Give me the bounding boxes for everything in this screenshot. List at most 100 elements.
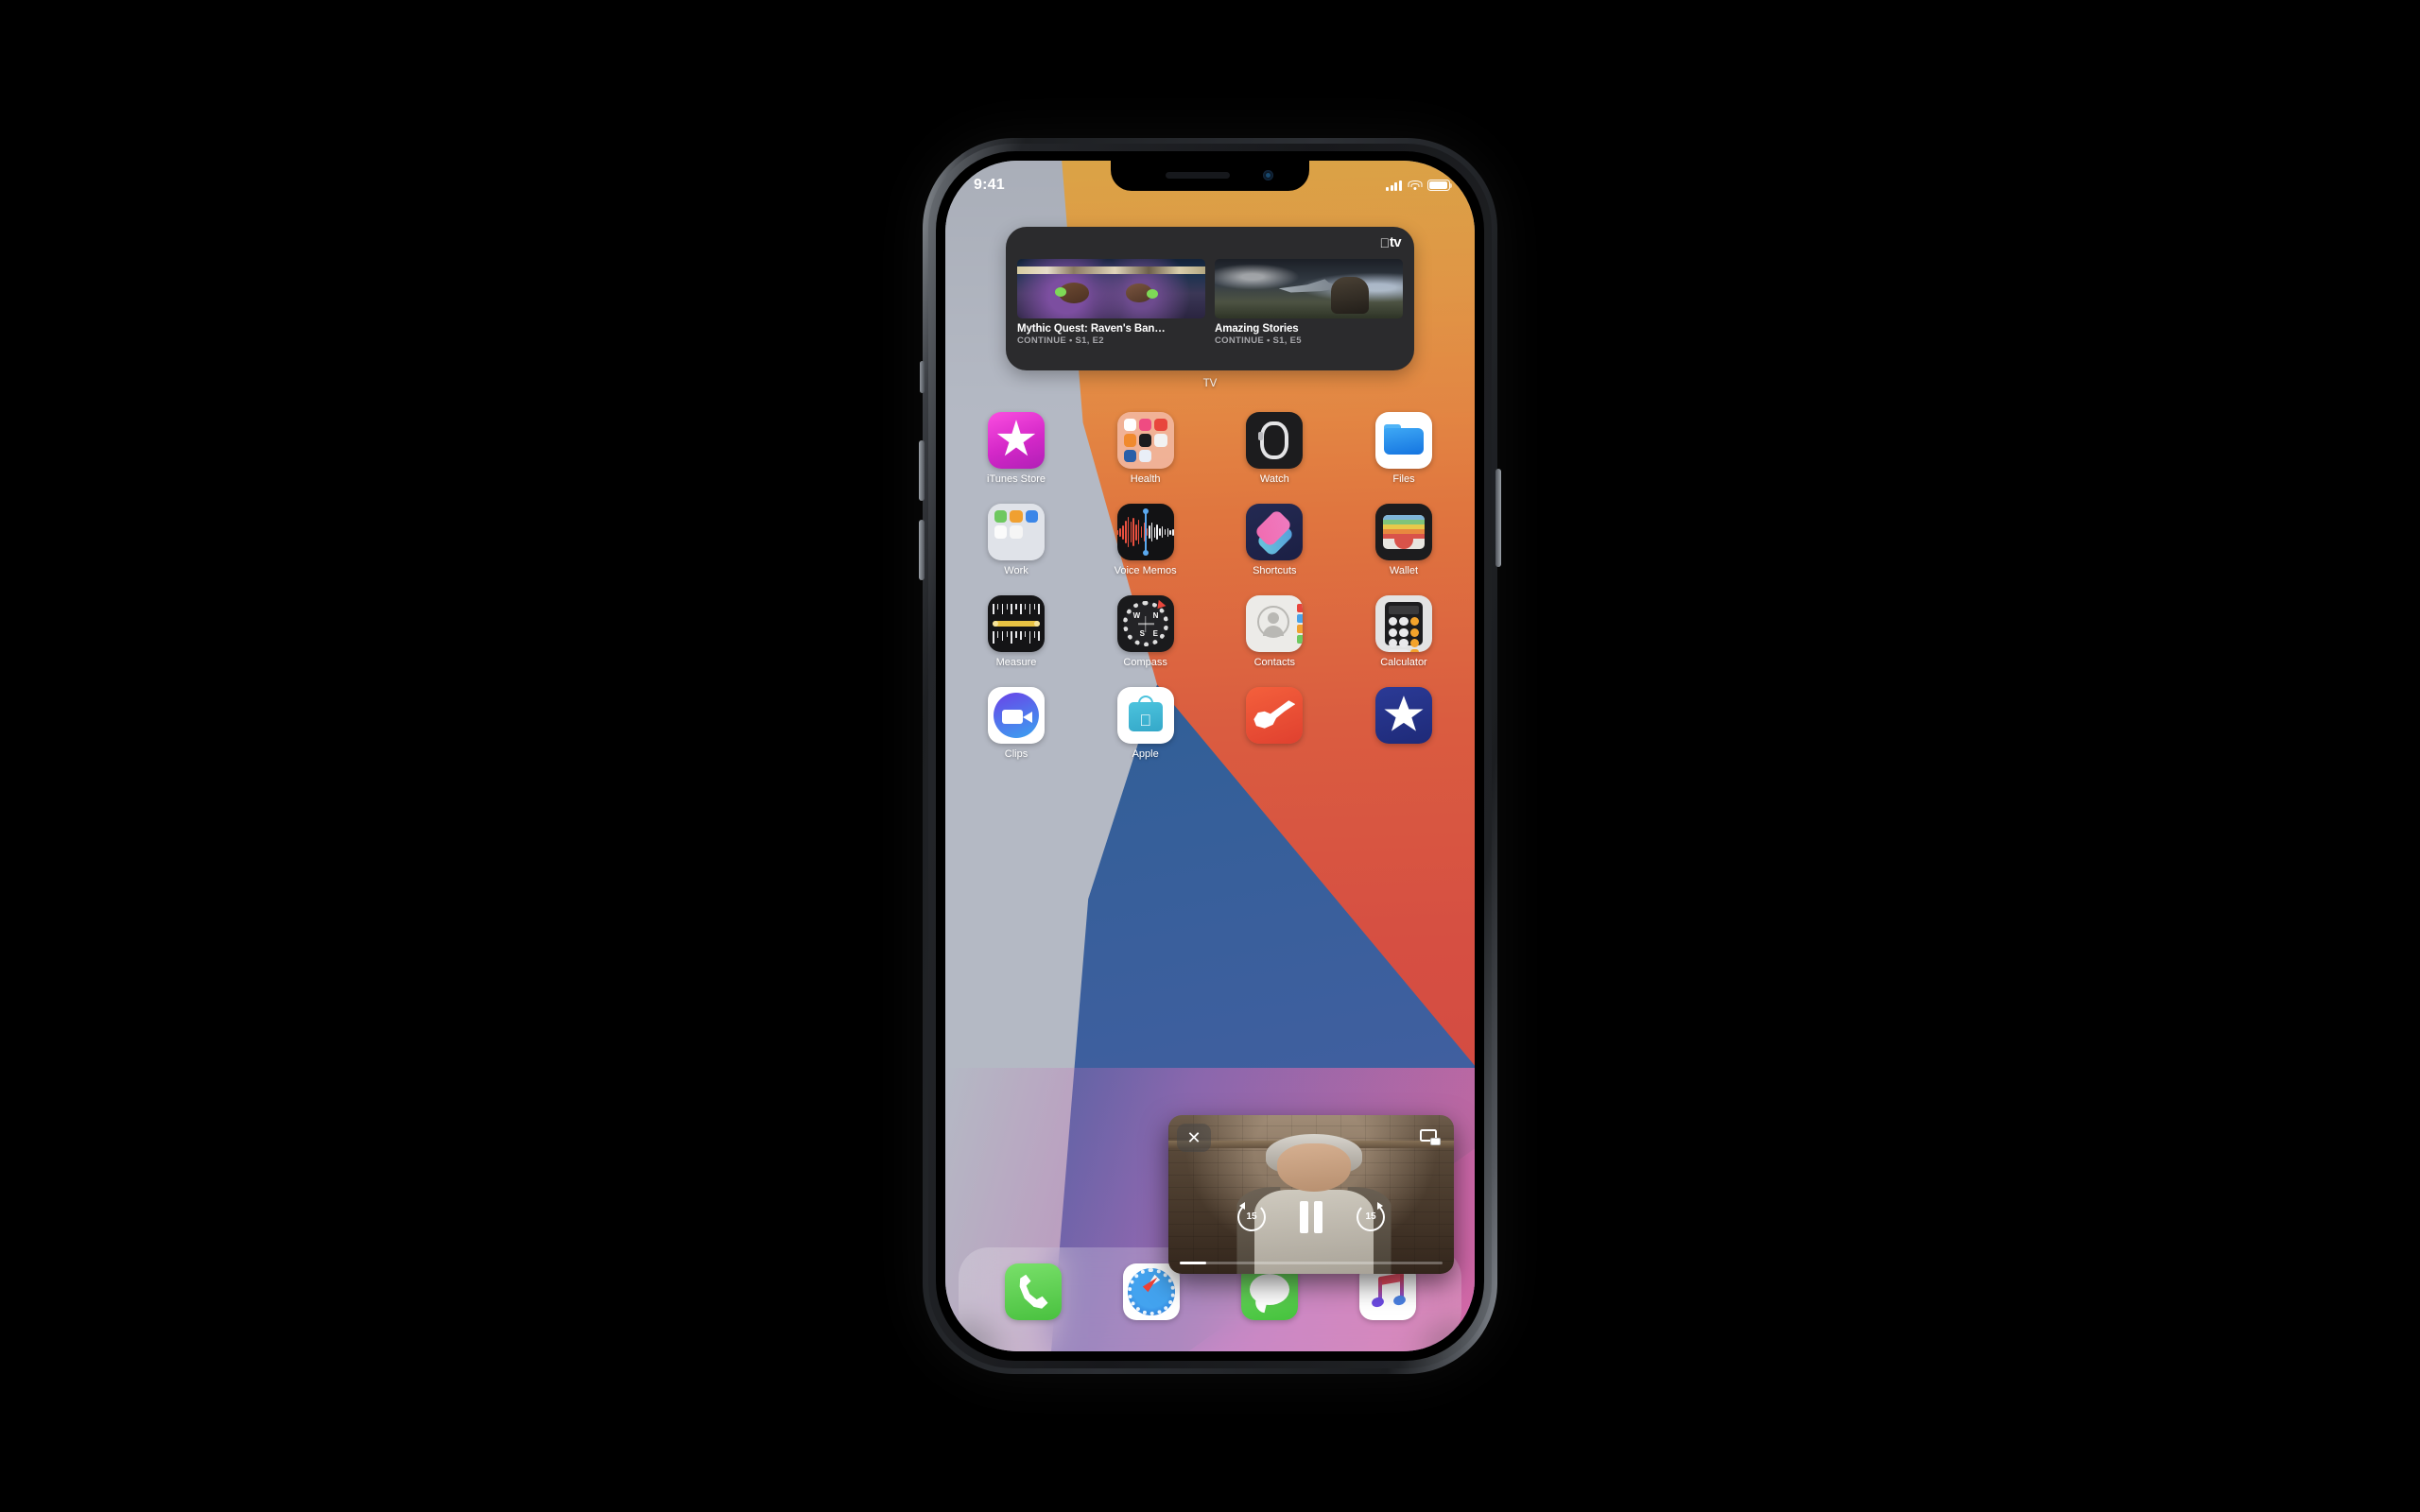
show-thumbnail-amazing-stories[interactable] [1215, 259, 1403, 318]
app-contacts[interactable]: Contacts [1228, 595, 1321, 668]
app-label: Work [1004, 565, 1028, 577]
wallet-icon[interactable] [1374, 504, 1432, 561]
app-label: Calculator [1380, 657, 1427, 669]
apple-support-star-icon[interactable] [1374, 687, 1432, 745]
app-label: Wallet [1389, 565, 1419, 577]
app-label: Shortcuts [1253, 565, 1297, 577]
app-label: Apple [1132, 748, 1159, 761]
mute-switch[interactable] [920, 361, 925, 393]
folder-glyph [1383, 428, 1424, 455]
thumbnail-art [1331, 276, 1370, 314]
app-shortcuts[interactable]: Shortcuts [1228, 504, 1321, 576]
clips-icon[interactable] [988, 687, 1045, 745]
mini-app-icon [994, 510, 1008, 524]
iphone-device: 9:41  tv [919, 138, 1501, 1374]
pause-bar-glyph [1314, 1200, 1322, 1233]
mini-app-icon [1138, 419, 1152, 432]
compass-east-label: E [1152, 629, 1158, 639]
guitar-glyph [1253, 700, 1296, 729]
skip-forward-15-icon[interactable]: 15 [1357, 1201, 1385, 1231]
app-row: Measure N W S E Compass Contacts Calcula… [970, 595, 1450, 668]
skip-back-15-icon[interactable]: 15 [1237, 1201, 1266, 1231]
playback-progress-bar[interactable] [1180, 1262, 1443, 1264]
star-glyph [996, 420, 1036, 456]
app-wallet[interactable]: Wallet [1357, 504, 1450, 576]
tv-widget-container:  tv Mythic Quest: Rave [945, 227, 1475, 389]
note-head-glyph [1370, 1296, 1385, 1309]
watch-crown-glyph [1258, 432, 1264, 440]
app-label: iTunes Store [987, 473, 1046, 485]
app-watch[interactable]: Watch [1228, 412, 1321, 485]
files-icon[interactable] [1374, 412, 1432, 469]
tv-widget-cards: Mythic Quest: Raven's Ban… CONTINUE • S1… [1017, 259, 1403, 346]
contacts-icon[interactable] [1246, 595, 1304, 653]
tv-widget[interactable]:  tv Mythic Quest: Rave [1006, 227, 1414, 370]
shortcuts-icon[interactable] [1246, 504, 1304, 561]
earpiece-speaker-icon [1166, 172, 1230, 179]
app-clips[interactable]: Clips [970, 687, 1063, 760]
screenshot-canvas: 9:41  tv [0, 0, 2420, 1512]
measure-icon[interactable] [988, 595, 1045, 653]
app-row: Clips  Apple [970, 687, 1450, 760]
app-files[interactable]: Files [1357, 412, 1450, 485]
health-folder-icon[interactable] [1116, 412, 1174, 469]
thumbnail-art [1017, 266, 1205, 274]
playback-controls: 15 15 [1168, 1200, 1454, 1233]
pause-icon[interactable] [1300, 1200, 1322, 1233]
battery-full-icon [1427, 180, 1453, 191]
app-voice-memos[interactable]: Voice Memos [1099, 504, 1192, 576]
volume-down-button[interactable] [919, 520, 925, 580]
mini-app-icon [1138, 449, 1152, 462]
progress-fill [1180, 1262, 1206, 1264]
video-frame-art [1276, 1143, 1352, 1192]
tape-band-glyph [993, 621, 1040, 627]
note-head-glyph [1392, 1294, 1407, 1307]
compass-north-label: N [1152, 611, 1159, 621]
side-power-button[interactable] [1495, 469, 1501, 567]
mini-app-icon [1154, 434, 1167, 447]
app-calculator[interactable]: Calculator [1357, 595, 1450, 668]
playhead-glyph [1144, 511, 1147, 554]
close-icon[interactable]: ✕ [1177, 1124, 1211, 1152]
status-bar-indicators [1385, 180, 1453, 191]
apple-logo-icon:  [1139, 713, 1151, 729]
picture-in-picture-expand-icon[interactable] [1413, 1124, 1445, 1150]
watch-icon[interactable] [1246, 412, 1304, 469]
picture-in-picture-player[interactable]: ✕ 15 15 [1168, 1115, 1454, 1274]
person-glyph [1257, 606, 1290, 639]
video-camera-glyph [1002, 710, 1032, 725]
app-apple-support[interactable] [1357, 687, 1450, 760]
work-folder-icon[interactable] [988, 504, 1045, 561]
tv-widget-card[interactable]: Mythic Quest: Raven's Ban… CONTINUE • S1… [1017, 259, 1205, 346]
tv-widget-card[interactable]: Amazing Stories CONTINUE • S1, E5 [1215, 259, 1403, 346]
compass-icon[interactable]: N W S E [1116, 595, 1174, 653]
ruler-ticks-glyph [993, 604, 1040, 615]
calculator-icon[interactable] [1374, 595, 1432, 653]
app-folder-work[interactable]: Work [970, 504, 1063, 576]
volume-up-button[interactable] [919, 440, 925, 501]
app-measure[interactable]: Measure [970, 595, 1063, 668]
apple-store-icon[interactable]:  [1116, 687, 1174, 745]
app-apple-store[interactable]:  Apple [1099, 687, 1192, 760]
garageband-icon[interactable] [1246, 687, 1304, 745]
mini-app-icon [1010, 525, 1023, 539]
app-garageband[interactable] [1228, 687, 1321, 760]
show-thumbnail-mythic-quest[interactable] [1017, 259, 1205, 318]
tv-widget-label: TV [1202, 378, 1218, 389]
contact-tabs-glyph [1297, 604, 1304, 645]
app-compass[interactable]: N W S E Compass [1099, 595, 1192, 668]
cellular-bars-icon [1385, 180, 1402, 191]
app-itunes-store[interactable]: iTunes Store [970, 412, 1063, 485]
iphone-screen: 9:41  tv [945, 161, 1475, 1351]
phone-icon[interactable] [1004, 1263, 1062, 1320]
calculator-body-glyph [1384, 602, 1423, 653]
voice-memos-icon[interactable] [1116, 504, 1174, 561]
show-title: Amazing Stories [1215, 323, 1299, 335]
app-label: Contacts [1253, 657, 1296, 669]
app-folder-health[interactable]: Health [1099, 412, 1192, 485]
app-label: Compass [1123, 657, 1167, 669]
itunes-store-icon[interactable] [988, 412, 1045, 469]
pause-bar-glyph [1300, 1200, 1308, 1233]
mini-app-icon [1010, 510, 1023, 524]
app-row: iTunes Store Health Watch Files [970, 412, 1450, 485]
